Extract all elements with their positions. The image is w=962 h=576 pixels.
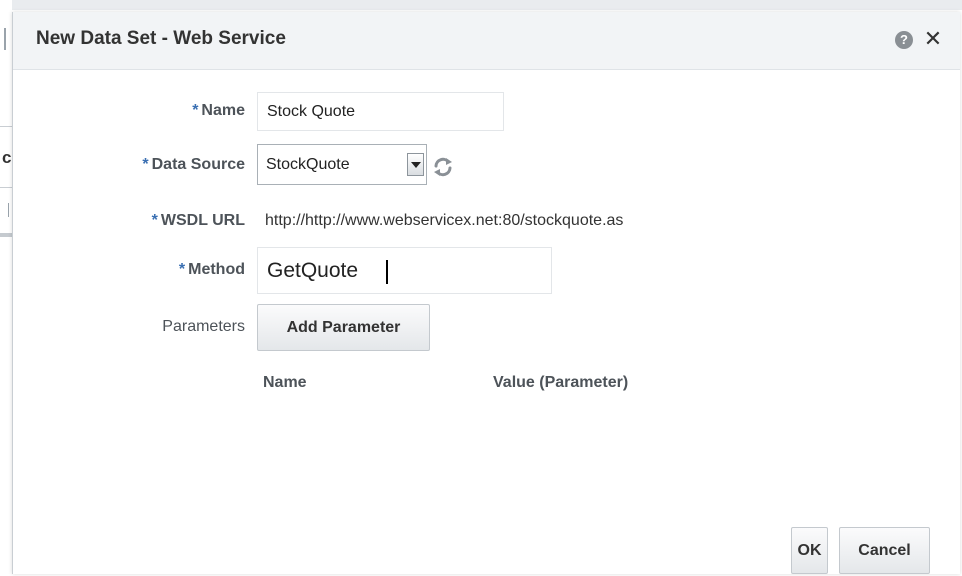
parameters-value-column-header: Value (Parameter): [493, 374, 629, 391]
method-label-text: Method: [188, 261, 245, 278]
background-divider: [0, 126, 12, 127]
refresh-icon[interactable]: [431, 155, 455, 179]
text-cursor: [386, 260, 388, 284]
background-left-bar: [4, 28, 6, 50]
name-label-text: Name: [201, 102, 245, 119]
add-parameter-button[interactable]: Add Parameter: [257, 304, 430, 351]
wsdl-url-label: * WSDL URL: [13, 212, 245, 230]
required-marker: *: [192, 102, 199, 119]
data-source-label: * Data Source: [13, 156, 245, 174]
parameters-label: Parameters: [162, 318, 245, 335]
required-marker: *: [151, 212, 158, 229]
data-source-select[interactable]: StockQuote: [257, 144, 427, 185]
dialog-title: New Data Set - Web Service: [36, 28, 286, 49]
help-icon[interactable]: ?: [895, 31, 913, 49]
background-top-strip: [0, 0, 962, 10]
required-marker: *: [178, 261, 186, 278]
background-divider: [0, 233, 12, 237]
background-left-strip: [0, 0, 12, 576]
required-marker: *: [142, 156, 149, 173]
method-input[interactable]: [257, 247, 552, 294]
parameters-name-column-header: Name: [263, 374, 307, 391]
method-label: * Method: [13, 261, 245, 279]
dialog-header: New Data Set - Web Service ? ✕: [13, 12, 960, 70]
name-input[interactable]: [257, 92, 504, 131]
background-divider: [0, 187, 12, 188]
wsdl-url-label-text: WSDL URL: [160, 212, 245, 229]
new-data-set-dialog: New Data Set - Web Service ? ✕ *Name *Da…: [12, 12, 960, 574]
background-text-fragment: c: [2, 148, 12, 167]
wsdl-url-value: http://http://www.webservicex.net:80/sto…: [265, 212, 624, 229]
name-label: * Name: [13, 102, 245, 120]
data-source-label-text: Data Source: [151, 156, 245, 173]
background-tick: [8, 203, 9, 217]
chevron-down-icon[interactable]: [407, 153, 424, 176]
ok-button[interactable]: OK: [791, 527, 828, 574]
close-icon[interactable]: ✕: [922, 26, 944, 52]
cancel-button[interactable]: Cancel: [839, 527, 930, 574]
data-source-selected-value: StockQuote: [266, 156, 350, 173]
